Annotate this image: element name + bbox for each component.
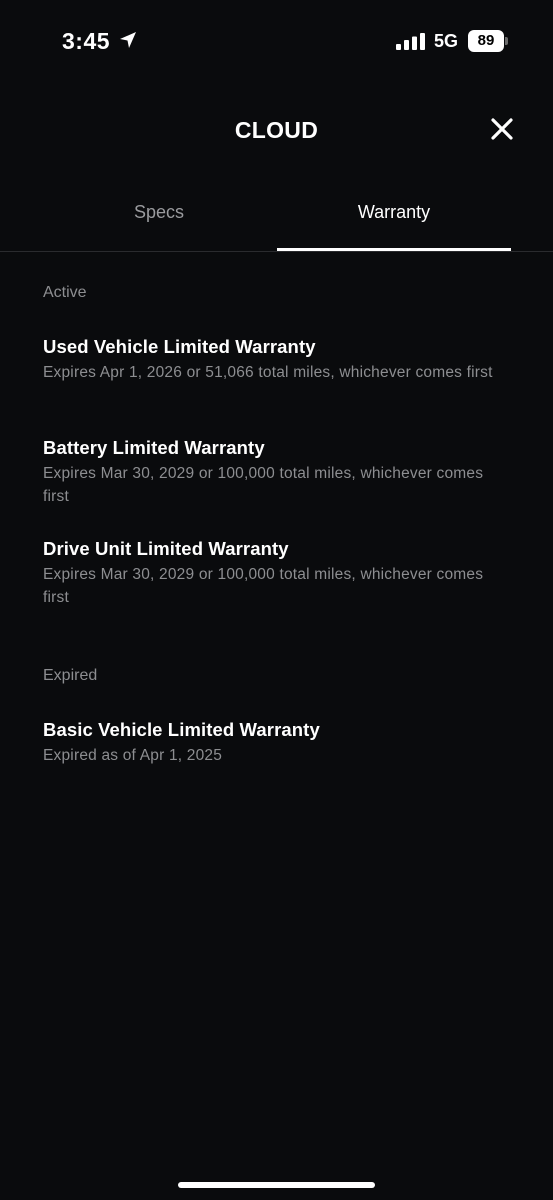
network-type: 5G <box>434 31 459 51</box>
location-arrow-icon <box>120 32 136 48</box>
close-icon[interactable] <box>486 113 518 145</box>
warranty-title: Drive Unit Limited Warranty <box>43 538 289 559</box>
warranty-expiry: Expired as of Apr 1, 2025 <box>43 747 223 764</box>
warranty-title: Basic Vehicle Limited Warranty <box>43 719 320 740</box>
status-time: 3:45 <box>62 28 111 54</box>
battery-cap <box>505 37 508 45</box>
cellular-signal-icon <box>396 33 425 50</box>
battery-level: 89 <box>468 30 504 52</box>
tab-warranty[interactable]: Warranty <box>277 190 511 252</box>
warranty-item-used-vehicle[interactable]: Used Vehicle Limited Warranty Expires Ap… <box>43 335 513 384</box>
page-title: CLOUD <box>234 117 319 143</box>
warranty-item-drive-unit[interactable]: Drive Unit Limited Warranty Expires Mar … <box>43 537 513 609</box>
battery-indicator: 89 <box>468 30 510 52</box>
status-bar: 3:45 5G 89 <box>0 0 553 84</box>
warranty-title: Battery Limited Warranty <box>43 437 265 458</box>
warranty-item-basic-vehicle[interactable]: Basic Vehicle Limited Warranty Expired a… <box>43 718 513 767</box>
warranty-expiry: Expires Mar 30, 2029 or 100,000 total mi… <box>43 566 484 606</box>
warranty-title: Used Vehicle Limited Warranty <box>43 336 316 357</box>
warranty-expiry: Expires Mar 30, 2029 or 100,000 total mi… <box>43 465 484 505</box>
tab-bar: Specs Warranty <box>0 190 553 252</box>
warranty-item-battery[interactable]: Battery Limited Warranty Expires Mar 30,… <box>43 436 513 508</box>
home-indicator[interactable] <box>178 1182 375 1188</box>
warranty-screen: 3:45 5G 89 CLOUD Specs Warranty Active U… <box>0 0 553 1200</box>
warranty-expiry: Expires Apr 1, 2026 or 51,066 total mile… <box>43 364 493 381</box>
active-tab-indicator <box>277 248 511 251</box>
section-heading-active: Active <box>43 284 87 301</box>
tab-specs[interactable]: Specs <box>42 190 276 252</box>
section-heading-expired: Expired <box>43 667 98 684</box>
